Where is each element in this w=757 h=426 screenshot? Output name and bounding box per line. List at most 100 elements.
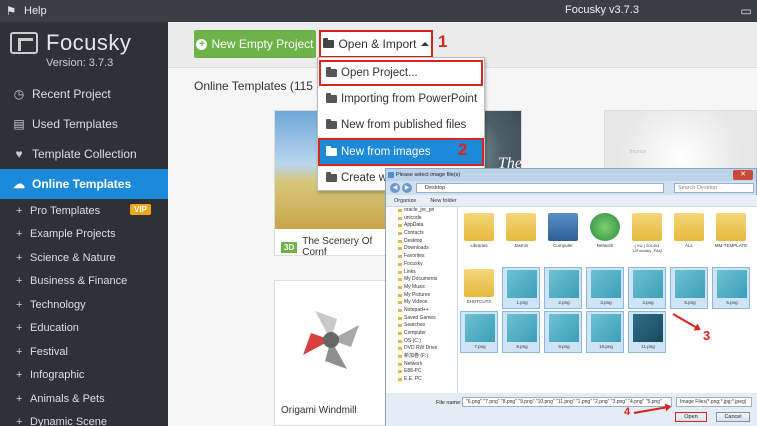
image-file[interactable]: 6.png [712, 267, 750, 309]
folder-focusky-faq[interactable]: ( XU ) 201404 12Focusky -FAQ [628, 211, 666, 253]
tree-item[interactable]: My Videos [386, 299, 457, 307]
image-file[interactable]: 7.png [460, 311, 498, 353]
plus-icon: + [16, 204, 23, 217]
folder-computer[interactable]: Computer [544, 211, 582, 253]
sub-dynamic-scene[interactable]: + Dynamic Scene [0, 411, 168, 426]
image-file[interactable]: 11.png [628, 311, 666, 353]
tree-item[interactable]: Saved Games [386, 315, 457, 323]
menu-label: New from images [341, 146, 431, 158]
menu-import-powerpoint[interactable]: Importing from PowerPoint [320, 87, 482, 111]
image-file[interactable]: 5.png [670, 267, 708, 309]
tree-item[interactable]: Searches [386, 322, 457, 330]
tree-item[interactable]: Links [386, 269, 457, 277]
tree-item[interactable]: E.E. PC [386, 376, 457, 384]
tree-item[interactable]: Contacts [386, 230, 457, 238]
sub-festival[interactable]: + Festival [0, 340, 168, 364]
back-icon[interactable]: ◀ [390, 183, 400, 193]
sub-technology[interactable]: + Technology [0, 293, 168, 317]
organize-button[interactable]: Organize [394, 198, 416, 204]
restore-icon[interactable]: ▭ [735, 0, 757, 22]
nav-template-collection[interactable]: ♥ Template Collection [0, 139, 168, 169]
new-empty-project-button[interactable]: + New Empty Project [194, 30, 316, 58]
cancel-button[interactable]: Cancel [716, 412, 750, 422]
folder-icon [323, 38, 335, 48]
tree-item[interactable]: oracle_jre_pri [386, 207, 457, 215]
tree-item[interactable]: 新加卷 (F:) [386, 353, 457, 361]
image-file[interactable]: 1.png [502, 267, 540, 309]
search-input[interactable]: Search Desktop [674, 183, 754, 193]
tree-item[interactable]: My Music [386, 284, 457, 292]
address-bar[interactable]: Desktop [416, 183, 664, 193]
menu-label: Importing from PowerPoint [341, 93, 478, 105]
new-folder-button[interactable]: New folder [430, 198, 456, 204]
tree-item[interactable]: E88-PC [386, 368, 457, 376]
menu-new-from-published[interactable]: New from published files [320, 113, 482, 137]
help-menu[interactable]: ⚑ Help [0, 4, 47, 18]
tree-item[interactable]: AppData [386, 222, 457, 230]
folder-icon [716, 213, 746, 241]
file-name-input[interactable]: "6.png" "7.png" "8.png" "9.png" "10.png"… [462, 397, 672, 407]
tree-item[interactable]: DVD RW Drive [386, 345, 457, 353]
tree-item[interactable]: Downloads [386, 245, 457, 253]
image-thumbnail [549, 270, 579, 298]
thumbnail-text: finance [630, 149, 647, 155]
image-thumbnail [591, 270, 621, 298]
file-name: Jasmin [513, 243, 529, 248]
sub-example-projects[interactable]: + Example Projects [0, 223, 168, 247]
folder-icon [464, 269, 494, 297]
folder-libraries[interactable]: Libraries [460, 211, 498, 253]
sub-label: Pro Templates [30, 204, 101, 217]
sub-animals-pets[interactable]: + Animals & Pets [0, 387, 168, 411]
sub-science-nature[interactable]: + Science & Nature [0, 246, 168, 270]
tree-item[interactable]: My Pictures [386, 292, 457, 300]
nav-recent-project[interactable]: ◷ Recent Project [0, 79, 168, 109]
menu-label: Open Project... [341, 67, 418, 79]
forward-icon[interactable]: ▶ [402, 183, 412, 193]
file-type-select[interactable]: Image Files(*.png;*.jpg;*.jpeg) [676, 397, 752, 407]
tree-item[interactable]: unicode [386, 215, 457, 223]
cloud-icon: ☁ [13, 177, 25, 191]
window-controls: ▭ [735, 0, 757, 22]
focusky-logo-icon [10, 32, 38, 54]
user-folder-icon [506, 213, 536, 241]
folder-mm-template[interactable]: MM-TEMPLATE [712, 211, 750, 253]
tree-item[interactable]: Notepad++ [386, 307, 457, 315]
image-file[interactable]: 10.png [586, 311, 624, 353]
file-name: 7.png [474, 344, 486, 349]
close-icon[interactable]: ✕ [733, 170, 753, 180]
nav-label: Template Collection [32, 147, 137, 161]
tree-item[interactable]: Focusky [386, 261, 457, 269]
tree-item[interactable]: My Documents [386, 276, 457, 284]
tree-item[interactable]: Favorites [386, 253, 457, 261]
image-file[interactable]: 2.png [544, 267, 582, 309]
sub-infographic[interactable]: + Infographic [0, 364, 168, 388]
image-file[interactable]: 8.png [502, 311, 540, 353]
image-file[interactable]: 3.png [586, 267, 624, 309]
open-import-button[interactable]: Open & Import [319, 30, 433, 58]
open-button[interactable]: Open [675, 412, 707, 422]
tree-item[interactable]: Desktop [386, 238, 457, 246]
nav-online-templates[interactable]: ☁ Online Templates [0, 169, 168, 199]
image-thumbnail [507, 270, 537, 298]
template-card-origami[interactable]: Origami Windmill [274, 280, 386, 426]
tree-item[interactable]: OS (C:) [386, 338, 457, 346]
image-thumbnail [507, 314, 537, 342]
menu-open-project[interactable]: Open Project... [319, 60, 483, 86]
image-thumbnail [549, 314, 579, 342]
network-globe-icon [590, 213, 620, 241]
sub-business-finance[interactable]: + Business & Finance [0, 270, 168, 294]
folder-icon [326, 172, 337, 182]
sub-education[interactable]: + Education [0, 317, 168, 341]
folder-all[interactable]: ALL [670, 211, 708, 253]
sub-label: Business & Finance [30, 275, 128, 288]
tree-item[interactable]: Computer [386, 330, 457, 338]
folder-jasmin[interactable]: Jasmin [502, 211, 540, 253]
folder-shotcuts[interactable]: SHOTCUTS [460, 267, 498, 309]
sub-pro-templates[interactable]: + Pro Templates VIP [0, 199, 168, 223]
plus-icon: + [16, 369, 23, 382]
tree-item[interactable]: Network [386, 361, 457, 369]
image-file[interactable]: 9.png [544, 311, 582, 353]
folder-network[interactable]: Network [586, 211, 624, 253]
image-file[interactable]: 4.png [628, 267, 666, 309]
nav-used-templates[interactable]: ▤ Used Templates [0, 109, 168, 139]
